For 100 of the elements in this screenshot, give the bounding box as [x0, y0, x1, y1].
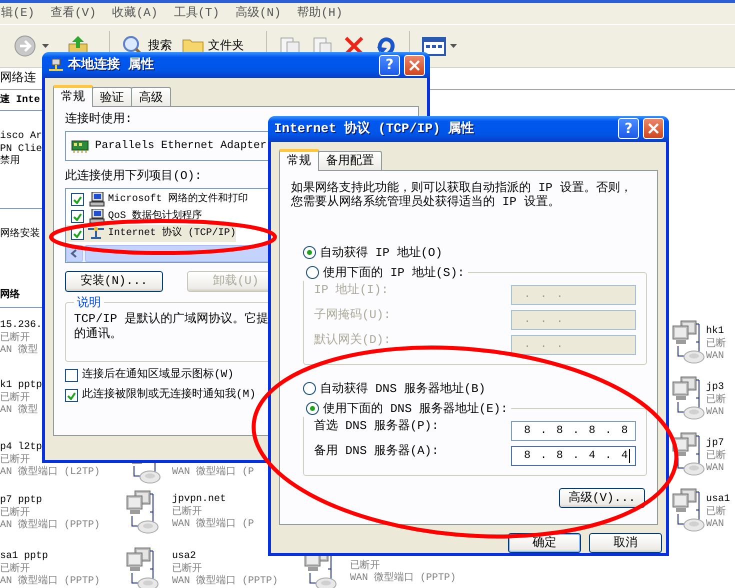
connection-name: p4 l2tp — [0, 442, 42, 454]
checkmark-icon — [67, 392, 76, 400]
tab[interactable]: 高级 — [131, 87, 171, 106]
close-icon — [648, 123, 659, 134]
connection-status: 已断开 — [0, 508, 30, 518]
connection-device: AN 微型端口 (PPTP) — [0, 576, 100, 588]
cancel-button[interactable]: 取消 — [589, 532, 662, 553]
tab[interactable]: 验证 — [92, 87, 132, 106]
connection-name: k1 pptp — [0, 380, 42, 392]
caret-icon — [450, 44, 457, 48]
radio-button[interactable] — [306, 402, 319, 416]
menu-item[interactable]: 查看(V) — [42, 6, 104, 21]
checkbox[interactable] — [65, 369, 78, 382]
connection-label: isco Ar PN Clie 禁用 — [0, 131, 42, 168]
protocol-icon — [87, 226, 105, 242]
radio-button[interactable] — [303, 246, 316, 260]
toolbar-button[interactable] — [12, 35, 51, 57]
close-button[interactable] — [404, 54, 425, 76]
intro-text: 如果网络支持此功能，则可以获取自动指派的 IP 设置。否则， 您需要从网络系统管理员处获得适当的 IP 设置。 — [291, 180, 633, 209]
field-label: IP 地址(I): — [314, 282, 388, 298]
section-heading: 速 Inte — [0, 95, 40, 108]
radio-option[interactable]: 使用下面的 DNS 服务器地址(E): — [306, 400, 508, 417]
field-label: 首选 DNS 服务器(P): — [314, 418, 439, 434]
connection-name: jp7 — [706, 438, 724, 450]
help-button[interactable]: ? — [618, 118, 639, 140]
connection-device: AN 微型端口 (L2TP) — [0, 467, 100, 480]
connection-status: 已断开 — [350, 560, 380, 572]
view-icon — [422, 35, 446, 57]
connection-device: WAN 微型端口 (P — [172, 467, 254, 480]
radio-button[interactable] — [303, 382, 316, 396]
connection-status: 已断开 — [172, 506, 202, 518]
help-button[interactable]: ? — [379, 54, 400, 76]
connection-name: 15.236. — [0, 320, 42, 332]
connection-status: 已断开 — [0, 332, 30, 344]
menu-item[interactable]: 辑(E) — [0, 6, 43, 21]
list-item[interactable]: Microsoft 网络的文件和打印 — [66, 191, 248, 208]
network-card-icon — [71, 139, 89, 154]
network-icon — [48, 58, 64, 72]
caret-icon — [42, 44, 49, 48]
connection-name: usa1 — [706, 494, 730, 506]
menu-item[interactable]: 工具(T) — [166, 6, 228, 21]
close-button[interactable] — [643, 118, 664, 140]
tab[interactable]: 常规 — [53, 85, 93, 108]
connection-device: AN 微型 — [0, 345, 38, 358]
window-title: 本地连接 属性 — [68, 57, 155, 73]
radio-option[interactable]: 自动获得 IP 地址(O) — [303, 244, 647, 261]
menu-item[interactable]: 帮助(H) — [289, 6, 351, 21]
connection-name: jp3 — [706, 382, 724, 394]
toolbar-button[interactable] — [420, 35, 459, 57]
connection-status: 已断 — [706, 450, 726, 463]
connection-status: 已断开 — [0, 454, 30, 466]
connection-device: WAN 微型端口 (PPTP) — [350, 573, 456, 586]
connection-device: WAN — [706, 407, 724, 420]
connection-name: p7 pptp — [0, 495, 42, 506]
description-text: TCP/IP 是默认的广域网协议。它提 的通讯。 — [74, 312, 268, 341]
connection-status: 已断开 — [172, 564, 202, 575]
radio-option[interactable]: 自动获得 DNS 服务器地址(B) — [303, 380, 647, 397]
connection-device: WAN 微型端口 (PPTP) — [172, 576, 278, 588]
connection-status: 已断 — [706, 394, 726, 407]
computer-icon — [87, 209, 105, 224]
field-label: 此连接使用下列项目(O): — [65, 169, 202, 184]
connection-device: WAN — [706, 519, 724, 532]
radio-option[interactable]: 使用下面的 IP 地址(S): — [306, 264, 465, 281]
connection-status: 已断 — [706, 506, 726, 519]
field-label: 子网掩码(U): — [314, 308, 391, 323]
group-label: 说明 — [76, 296, 102, 310]
connection-device: AN 微型 — [0, 405, 38, 418]
ip-address-field[interactable]: 8 . 8 . 8 . 8 — [511, 421, 636, 442]
field-label: 连接时使用: — [65, 112, 132, 128]
window-title: Internet 协议 (TCP/IP) 属性 — [274, 121, 476, 137]
close-icon — [409, 60, 420, 70]
checkbox[interactable] — [65, 389, 78, 402]
address-text: 网络连 — [0, 71, 36, 86]
connection-name: jpvpn.net — [172, 494, 226, 506]
dialog-button[interactable]: 安装(N)... — [65, 271, 163, 292]
connection-status: 已断 — [706, 338, 726, 351]
connection-name: sa1 pptp — [0, 551, 48, 562]
checkbox[interactable] — [71, 193, 84, 206]
checkbox[interactable] — [71, 210, 84, 224]
ip-address-field[interactable]: 8 . 8 . 4 . 4 — [511, 446, 636, 466]
connection-device: WAN — [706, 463, 724, 476]
menu-item[interactable]: 收藏(A) — [104, 6, 166, 21]
list-item[interactable]: Internet 协议 (TCP/IP) — [66, 225, 236, 242]
tab[interactable]: 备用配置 — [318, 150, 382, 170]
connection-device: AN 微型端口 (PPTP) — [0, 520, 100, 532]
radio-button[interactable] — [306, 266, 319, 280]
connection-device: WAN — [706, 351, 724, 364]
toolbar-button[interactable]: 搜索 — [120, 35, 174, 57]
advanced-button[interactable]: 高级(V)... — [559, 488, 645, 508]
computer-icon — [87, 192, 105, 208]
field-label: 备用 DNS 服务器(A): — [314, 444, 439, 459]
adapter-name: Parallels Ethernet Adapter — [95, 140, 267, 153]
field-label: 默认网关(D): — [314, 332, 391, 348]
section-heading: 网络 — [0, 290, 20, 302]
connection-status: 已断开 — [0, 392, 30, 404]
menu-item[interactable]: 高级(N) — [227, 6, 290, 21]
connection-name: usa2 — [172, 551, 196, 562]
tab[interactable]: 常规 — [279, 148, 319, 171]
connection-name: hk1 — [706, 326, 724, 338]
connection-status: 已断开 — [0, 564, 30, 574]
